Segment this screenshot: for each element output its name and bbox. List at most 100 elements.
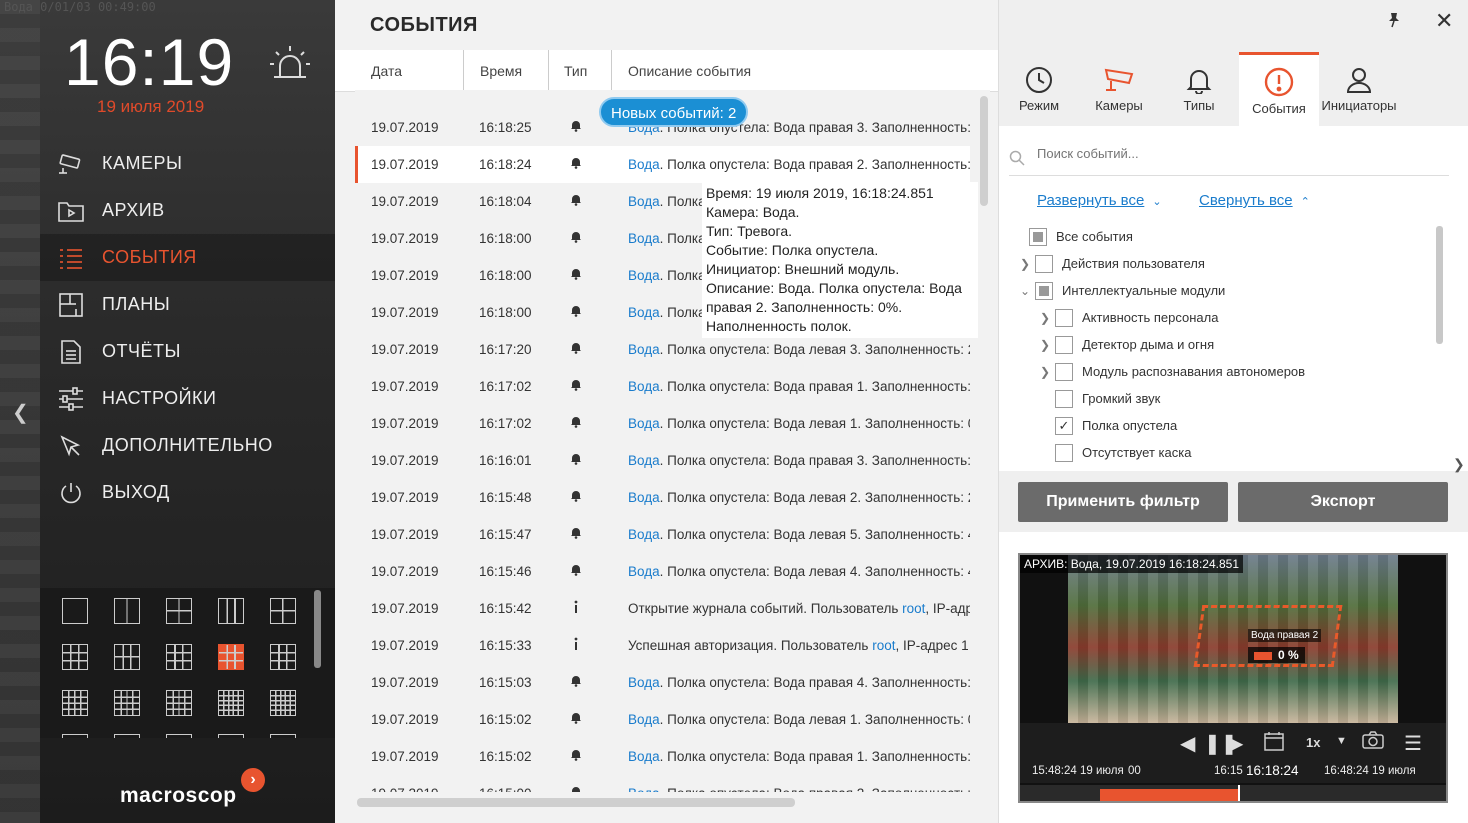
tree-item[interactable]: Громкий звук xyxy=(1035,385,1160,412)
column-divider[interactable] xyxy=(463,50,464,92)
layout-scrollbar[interactable] xyxy=(314,590,321,668)
layout-option[interactable] xyxy=(218,598,244,624)
tree-item[interactable]: ❯ Активность персонала xyxy=(1035,304,1218,331)
camera-link[interactable]: Вода xyxy=(628,194,660,209)
tree-scrollbar[interactable] xyxy=(1436,226,1443,344)
camera-link[interactable]: Вода xyxy=(628,749,660,764)
column-header-time[interactable]: Время xyxy=(480,50,522,92)
layout-option[interactable] xyxy=(62,598,88,624)
snapshot-camera-icon[interactable] xyxy=(1362,731,1384,755)
tab-mode[interactable]: Режим xyxy=(999,52,1079,126)
tree-item[interactable]: ⌄ Интеллектуальные модули xyxy=(1015,277,1225,304)
layout-option[interactable] xyxy=(218,644,244,670)
camera-link[interactable]: Вода xyxy=(628,675,660,690)
timeline-cursor[interactable] xyxy=(1238,785,1240,801)
event-row[interactable]: 19.07.2019 16:15:00 Вода. Полка опустела: … xyxy=(355,775,970,792)
layout-option[interactable] xyxy=(62,690,88,716)
tree-checkbox[interactable] xyxy=(1055,362,1073,381)
column-header-date[interactable]: Дата xyxy=(371,50,402,92)
pin-icon[interactable] xyxy=(1387,12,1401,33)
event-search-input[interactable] xyxy=(1037,146,1437,161)
camera-link[interactable]: Вода xyxy=(628,268,660,283)
event-row[interactable]: 19.07.2019 16:17:02 Вода. Полка опустела: … xyxy=(355,368,970,405)
camera-link[interactable]: Вода xyxy=(628,527,660,542)
layout-option[interactable] xyxy=(218,734,244,738)
menu-item-plans[interactable]: ПЛАНЫ xyxy=(40,281,335,328)
apply-filter-button[interactable]: Применить фильтр xyxy=(1018,482,1228,522)
events-vertical-scrollbar[interactable] xyxy=(980,96,988,206)
archive-timeline[interactable] xyxy=(1020,785,1446,801)
tab-types[interactable]: Типы xyxy=(1159,52,1239,126)
menu-item-exit[interactable]: ВЫХОД xyxy=(40,469,335,516)
layout-option[interactable] xyxy=(62,734,88,738)
layout-option[interactable] xyxy=(270,734,296,738)
tree-checkbox[interactable]: ✓ xyxy=(1055,416,1073,435)
user-link[interactable]: root xyxy=(902,601,925,616)
alarm-siren-icon[interactable] xyxy=(268,44,312,89)
tree-item[interactable]: ❯ Детектор дыма и огня xyxy=(1035,331,1214,358)
tree-item[interactable]: ❯ Модуль распознавания автономеров xyxy=(1035,358,1305,385)
tab-events[interactable]: События xyxy=(1239,52,1319,126)
camera-link[interactable]: Вода xyxy=(628,416,660,431)
camera-link[interactable]: Вода xyxy=(628,712,660,727)
expand-arrow-icon[interactable]: ❯ xyxy=(1035,365,1055,379)
camera-link[interactable]: Вода xyxy=(628,305,660,320)
camera-link[interactable]: Вода xyxy=(628,342,660,357)
camera-link[interactable]: Вода xyxy=(628,453,660,468)
close-icon[interactable]: ✕ xyxy=(1435,8,1453,34)
tree-checkbox[interactable] xyxy=(1055,335,1073,354)
layout-option[interactable] xyxy=(166,734,192,738)
camera-link[interactable]: Вода xyxy=(628,157,660,172)
layout-option[interactable] xyxy=(270,644,296,670)
chevron-right-icon[interactable]: ❯ xyxy=(1453,456,1465,473)
collapse-sidebar-icon[interactable]: ❮ xyxy=(12,400,29,425)
chevron-down-icon[interactable]: ▼ xyxy=(1336,735,1347,747)
event-row[interactable]: 19.07.2019 16:15:47 Вода. Полка опустела: … xyxy=(355,516,970,553)
event-row[interactable]: 19.07.2019 16:15:42 Открытие журнала событ… xyxy=(355,590,970,627)
layout-option[interactable] xyxy=(114,644,140,670)
event-row[interactable]: 19.07.2019 16:15:33 Успешная авторизация. … xyxy=(355,627,970,664)
tree-item[interactable]: ❯ Действия пользователя xyxy=(1015,250,1205,277)
expand-arrow-icon[interactable]: ❯ xyxy=(1015,257,1035,271)
column-header-type[interactable]: Тип xyxy=(564,50,587,92)
layout-option[interactable] xyxy=(270,598,296,624)
menu-item-settings[interactable]: НАСТРОЙКИ xyxy=(40,375,335,422)
camera-link[interactable]: Вода xyxy=(628,379,660,394)
tree-item[interactable]: ✓ Полка опустела xyxy=(1035,412,1177,439)
menu-item-cameras[interactable]: КАМЕРЫ xyxy=(40,140,335,187)
export-button[interactable]: Экспорт xyxy=(1238,482,1448,522)
tree-item[interactable]: Отсутствует каска xyxy=(1035,439,1191,466)
expand-all-link[interactable]: Развернуть все ⌄ xyxy=(1037,192,1162,209)
tree-item[interactable]: Все события xyxy=(1029,223,1133,250)
tree-checkbox[interactable] xyxy=(1035,281,1053,300)
layout-option[interactable] xyxy=(62,644,88,670)
layout-option[interactable] xyxy=(166,598,192,624)
speed-selector[interactable]: 1x xyxy=(1306,735,1320,750)
menu-item-additional[interactable]: ДОПОЛНИТЕЛЬНО xyxy=(40,422,335,469)
camera-link[interactable]: Вода xyxy=(628,564,660,579)
layout-option[interactable] xyxy=(166,644,192,670)
layout-option[interactable] xyxy=(218,690,244,716)
tab-cameras[interactable]: Камеры xyxy=(1079,52,1159,126)
tree-checkbox[interactable] xyxy=(1055,308,1073,327)
event-row[interactable]: 19.07.2019 16:16:01 Вода. Полка опустела: … xyxy=(355,442,970,479)
event-row[interactable]: 19.07.2019 16:18:24 Вода. Полка опустела: … xyxy=(355,146,970,183)
event-row[interactable]: 19.07.2019 16:15:48 Вода. Полка опустела: … xyxy=(355,479,970,516)
camera-link[interactable]: Вода xyxy=(628,786,660,792)
tree-checkbox[interactable] xyxy=(1029,227,1047,246)
camera-link[interactable]: Вода xyxy=(628,490,660,505)
tree-checkbox[interactable] xyxy=(1055,443,1073,462)
new-events-badge[interactable]: Новых событий: 2 xyxy=(599,97,749,127)
archive-video-frame[interactable]: Вода правая 2 0 % xyxy=(1068,555,1398,723)
layout-option[interactable] xyxy=(114,734,140,738)
layout-option[interactable] xyxy=(270,690,296,716)
camera-link[interactable]: Вода xyxy=(628,231,660,246)
layout-option[interactable] xyxy=(166,690,192,716)
next-frame-icon[interactable]: ▶ xyxy=(1228,731,1243,756)
expand-arrow-icon[interactable]: ❯ xyxy=(1035,338,1055,352)
tree-checkbox[interactable] xyxy=(1055,389,1073,408)
events-horizontal-scrollbar[interactable] xyxy=(357,798,795,807)
layout-option[interactable] xyxy=(114,598,140,624)
tab-initiators[interactable]: Инициаторы xyxy=(1319,52,1399,126)
menu-item-events[interactable]: СОБЫТИЯ xyxy=(40,234,335,281)
